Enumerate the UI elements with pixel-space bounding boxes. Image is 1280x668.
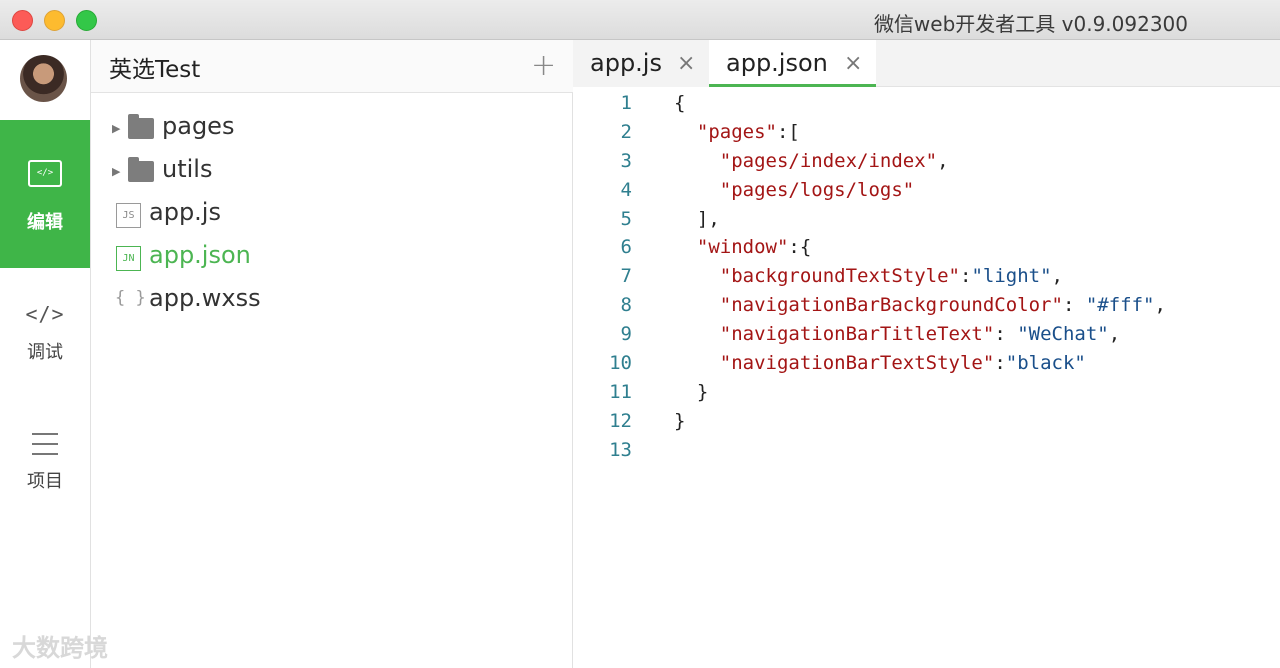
tab-app-js[interactable]: app.js × (573, 40, 709, 87)
code-text: "pages/index/index", (719, 149, 949, 172)
line-number: 10 (609, 352, 632, 375)
line-number: 5 (620, 207, 632, 230)
line-number: 8 (620, 294, 632, 317)
line-number: 1 (620, 92, 632, 114)
minimize-window-button[interactable] (44, 10, 65, 31)
window-title: 微信web开发者工具 v0.9.092300 (873, 12, 1188, 36)
nav-item-edit[interactable]: </> 编辑 (0, 120, 90, 268)
code-editor: app.js × app.json × 1{2 "pages":[3 "page… (573, 40, 1280, 668)
watermark: 大数跨境 (12, 634, 108, 662)
tab-label: app.json (726, 49, 828, 77)
close-icon[interactable]: × (677, 51, 695, 76)
js-file-icon: JS (116, 203, 141, 228)
close-icon[interactable]: × (844, 51, 862, 76)
folder-icon (128, 157, 154, 182)
code-line[interactable]: 6 "window":{ (573, 234, 1280, 263)
code-box-icon: </> (28, 160, 62, 187)
file-explorer: 英选Test + ▶ pages ▶ utils JS app.js JN ap… (91, 40, 573, 668)
line-number: 9 (620, 323, 632, 346)
code-line[interactable]: 1{ (573, 90, 1280, 119)
maximize-window-button[interactable] (76, 10, 97, 31)
line-number: 6 (620, 236, 632, 259)
tree-item-label: app.wxss (149, 284, 261, 312)
code-line[interactable]: 12} (573, 408, 1280, 437)
line-number: 4 (620, 178, 632, 201)
line-number: 2 (620, 120, 632, 143)
code-text: "pages/logs/logs" (719, 178, 915, 201)
code-text: { (674, 92, 686, 114)
code-text: "pages":[ (696, 120, 800, 143)
left-nav: </> 编辑 </> 调试 项目 (0, 40, 91, 668)
code-text: ], (674, 207, 720, 230)
code-line[interactable]: 9 "navigationBarTitleText": "WeChat", (573, 321, 1280, 350)
nav-item-edit-label: 编辑 (27, 212, 63, 233)
tree-item-label: app.js (149, 198, 221, 226)
tree-item-label: pages (162, 112, 235, 140)
code-line[interactable]: 5 ], (573, 206, 1280, 235)
project-name: 英选Test (109, 57, 201, 83)
tree-file-app-js[interactable]: JS app.js (91, 196, 573, 236)
line-number: 13 (609, 438, 632, 461)
tab-app-json[interactable]: app.json × (709, 40, 876, 87)
tab-label: app.js (590, 49, 662, 77)
line-number: 7 (620, 265, 632, 288)
editor-tabbar: app.js × app.json × (573, 40, 1280, 87)
code-line[interactable]: 3 "pages/index/index", (573, 148, 1280, 177)
code-text: "backgroundTextStyle":"light", (719, 265, 1063, 288)
line-number: 11 (609, 380, 632, 403)
line-number: 12 (609, 409, 632, 432)
code-line[interactable]: 4 "pages/logs/logs" (573, 177, 1280, 206)
code-text: "navigationBarTextStyle":"black" (719, 352, 1086, 375)
code-line[interactable]: 13 (573, 437, 1280, 466)
code-text: } (674, 380, 709, 403)
window-titlebar: 微信web开发者工具 v0.9.092300 (0, 0, 1280, 40)
tree-folder-pages[interactable]: ▶ pages (91, 110, 573, 150)
code-line[interactable]: 10 "navigationBarTextStyle":"black" (573, 350, 1280, 379)
expand-arrow-icon[interactable]: ▶ (112, 122, 120, 135)
code-line[interactable]: 2 "pages":[ (573, 119, 1280, 148)
code-text: "navigationBarBackgroundColor": "#fff", (719, 294, 1166, 317)
file-explorer-header: 英选Test + (91, 40, 573, 93)
nav-item-project[interactable]: 项目 (0, 467, 90, 493)
code-text: "window":{ (696, 236, 812, 259)
code-line[interactable]: 11 } (573, 379, 1280, 408)
json-file-icon: JN (116, 246, 141, 271)
code-text: "navigationBarTitleText": "WeChat", (719, 323, 1121, 346)
avatar[interactable] (20, 55, 67, 102)
tree-file-app-json[interactable]: JN app.json (91, 239, 573, 279)
line-number: 3 (620, 149, 632, 172)
style-file-icon: { } (115, 288, 146, 308)
code-line[interactable]: 8 "navigationBarBackgroundColor": "#fff"… (573, 292, 1280, 321)
tree-folder-utils[interactable]: ▶ utils (91, 153, 573, 193)
menu-lines-icon[interactable] (32, 433, 58, 463)
code-brackets-icon[interactable]: </> (0, 302, 90, 326)
tree-file-app-wxss[interactable]: { } app.wxss (91, 282, 573, 322)
code-area[interactable]: 1{2 "pages":[3 "pages/index/index", 4 "pa… (573, 90, 1280, 466)
close-window-button[interactable] (12, 10, 33, 31)
nav-item-debug[interactable]: 调试 (0, 338, 90, 364)
code-line[interactable]: 7 "backgroundTextStyle":"light", (573, 263, 1280, 292)
tree-item-label: app.json (149, 241, 251, 269)
code-text: } (674, 409, 686, 432)
add-file-button[interactable]: + (531, 48, 556, 83)
tree-item-label: utils (162, 155, 213, 183)
expand-arrow-icon[interactable]: ▶ (112, 165, 120, 178)
folder-icon (128, 114, 154, 139)
